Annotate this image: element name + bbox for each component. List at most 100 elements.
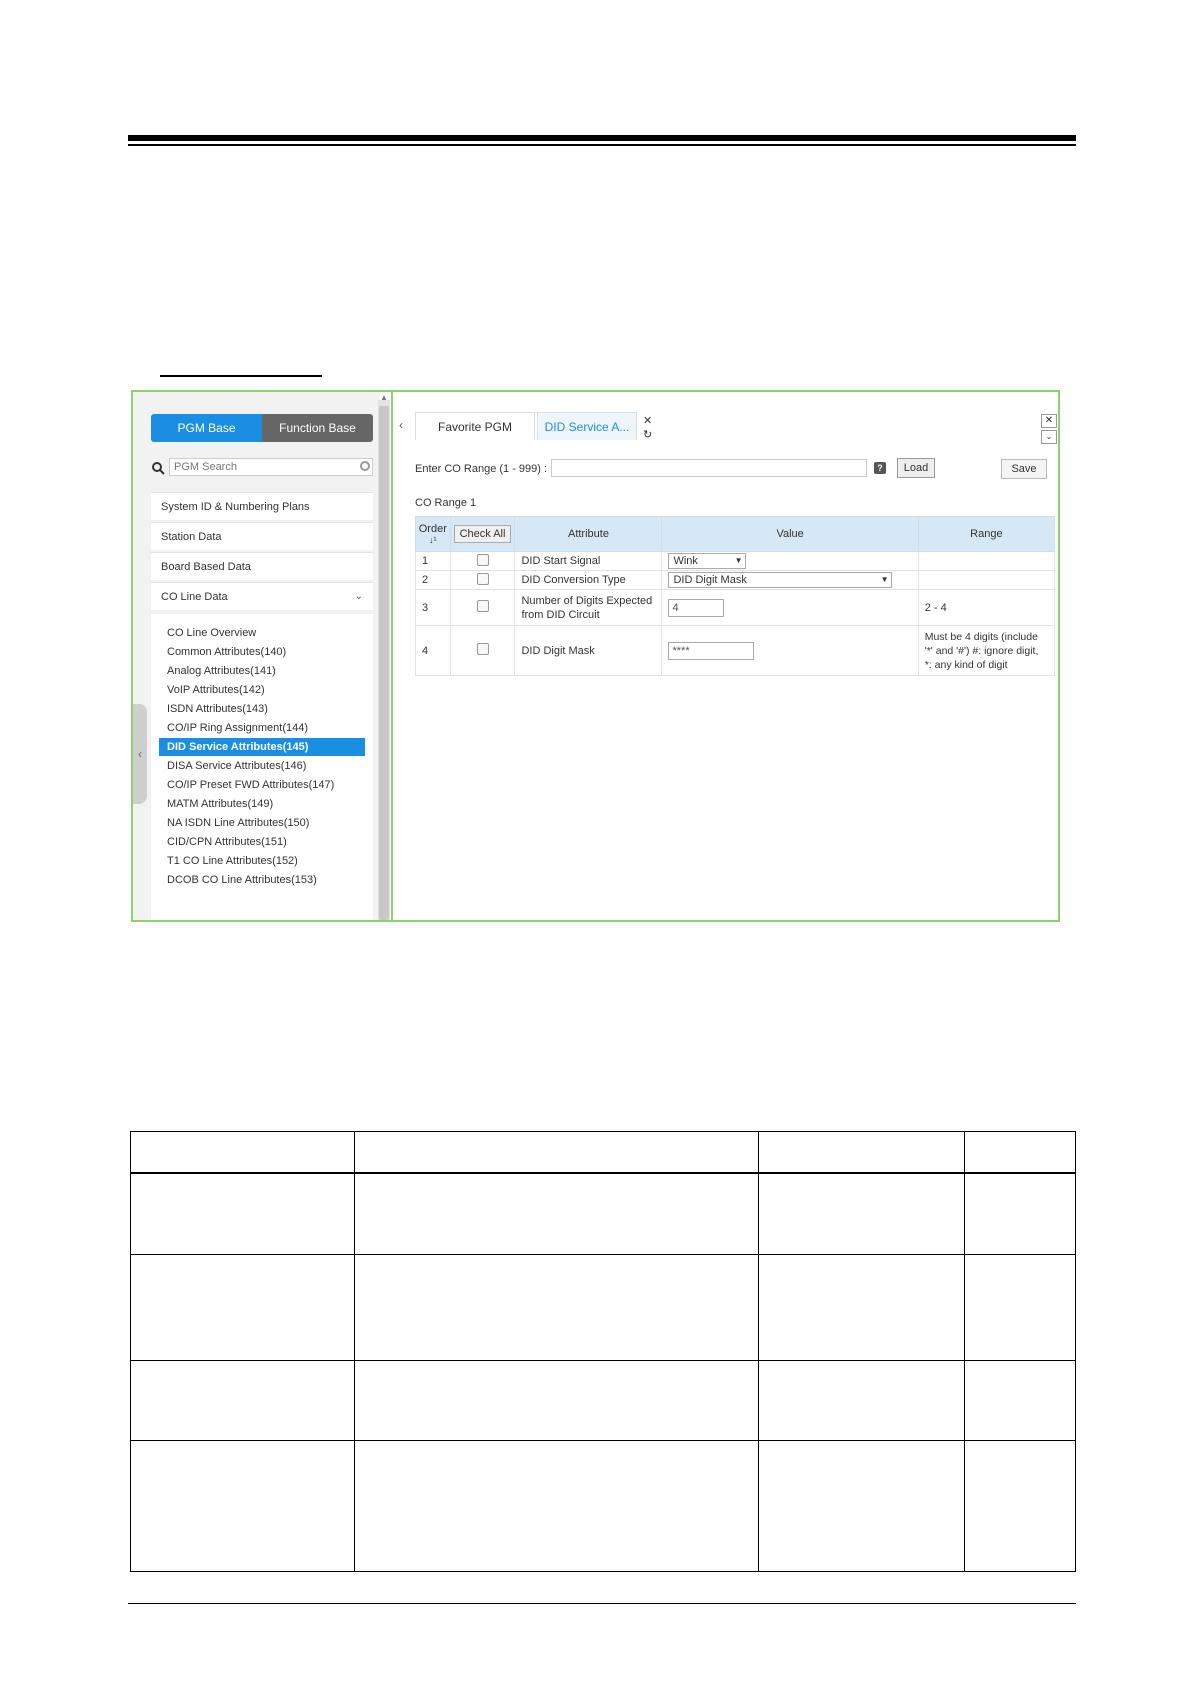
refresh-icon[interactable]: ↻ [643,428,652,441]
pgm-search-input[interactable] [169,458,373,476]
table-cell [130,1439,355,1572]
order-header-label: Order [418,523,447,535]
nav-item-system-id[interactable]: System ID & Numbering Plans [151,492,373,520]
co-range-title: CO Range 1 [415,497,477,509]
table-cell [353,1439,760,1572]
base-toggle: PGM Base Function Base [151,414,373,442]
nav-item-station-data[interactable]: Station Data [151,522,373,550]
left-pane: PGM Base Function Base System ID & Numbe… [133,392,380,920]
sub-item[interactable]: CO/IP Ring Assignment(144) [159,719,365,737]
attribute-header: Attribute [514,516,663,552]
range-cell: 2 - 4 [917,589,1056,626]
scroll-up-icon[interactable]: ▲ [379,394,389,402]
order-cell: 4 [415,625,451,676]
row-checkbox-cell [449,551,516,571]
footer-rule [128,1603,1076,1604]
order-cell: 2 [415,570,451,590]
range-cell: Must be 4 digits (include '*' and '#') #… [917,625,1056,676]
clear-icon[interactable] [360,461,370,471]
header-cell [964,1131,1076,1174]
collapse-panel-icon[interactable]: ‹ [133,704,147,804]
table-cell [130,1359,355,1441]
pane-divider [391,392,393,920]
sub-item-active[interactable]: DID Service Attributes(145) [159,738,365,756]
scrollbar-thumb[interactable] [379,406,389,920]
chevron-down-icon[interactable]: ⌄ [1041,430,1057,444]
header-rule-thick [128,135,1076,141]
order-cell: 3 [415,589,451,626]
save-button[interactable]: Save [1001,459,1047,479]
sub-item[interactable]: NA ISDN Line Attributes(150) [159,814,365,832]
attribute-cell: DID Conversion Type [514,570,663,590]
table-cell [964,1439,1076,1572]
order-header[interactable]: Order ↓¹ [415,516,451,552]
table-cell [758,1172,966,1255]
sub-item[interactable]: ISDN Attributes(143) [159,700,365,718]
did-digit-mask-input[interactable]: **** [668,641,755,660]
attribute-cell: DID Digit Mask [514,625,663,676]
table-cell [353,1253,760,1361]
select-value: Wink [673,555,698,567]
nav-item-board-based-data[interactable]: Board Based Data [151,552,373,580]
table-cell [353,1172,760,1255]
sub-item[interactable]: VoIP Attributes(142) [159,681,365,699]
row-checkbox[interactable] [476,643,489,655]
close-tab-icon[interactable]: ✕ [643,414,652,427]
value-cell: Wink ▼ [661,551,919,571]
table-cell [964,1359,1076,1441]
table-row [130,1253,1076,1361]
row-checkbox-cell [449,570,516,590]
document-table [130,1131,1076,1572]
table-cell [353,1359,760,1441]
pgm-base-button[interactable]: PGM Base [151,414,262,442]
tab-scroll-left-icon[interactable]: ‹ [399,418,403,432]
table-cell [758,1253,966,1361]
co-range-input[interactable] [551,459,867,477]
attribute-grid: Order ↓¹ Check All Attribute Value Range … [415,516,1056,676]
select-value: DID Digit Mask [673,574,747,586]
check-all-button[interactable]: Check All [453,525,512,543]
digits-expected-input[interactable]: 4 [668,598,725,617]
sub-item[interactable]: T1 CO Line Attributes(152) [159,852,365,870]
table-cell [758,1439,966,1572]
range-cell [917,551,1056,571]
heading-underline [160,375,322,377]
sub-item[interactable]: Common Attributes(140) [159,643,365,661]
row-checkbox[interactable] [476,600,489,612]
nav-item-label: Board Based Data [161,561,251,573]
value-header: Value [661,516,919,552]
did-start-signal-select[interactable]: Wink ▼ [668,553,747,569]
nav-item-co-line-data[interactable]: CO Line Data ⌄ [151,582,373,610]
sub-item[interactable]: DCOB CO Line Attributes(153) [159,871,365,889]
table-cell [130,1172,355,1255]
help-icon[interactable]: ? [874,462,886,474]
close-icon[interactable]: ✕ [1041,414,1057,428]
sub-item[interactable]: MATM Attributes(149) [159,795,365,813]
load-button[interactable]: Load [897,458,935,478]
sub-item[interactable]: CO Line Overview [159,624,365,642]
table-row: 4 DID Digit Mask **** Must be 4 digits (… [415,625,1056,676]
sort-icon[interactable]: ↓¹ [416,535,450,545]
sub-item[interactable]: DISA Service Attributes(146) [159,757,365,775]
sub-item[interactable]: CO/IP Preset FWD Attributes(147) [159,776,365,794]
row-checkbox[interactable] [476,572,489,585]
row-checkbox[interactable] [476,553,489,566]
search-icon [152,462,165,475]
nav-item-label: System ID & Numbering Plans [161,501,310,513]
sub-item[interactable]: Analog Attributes(141) [159,662,365,680]
table-cell [130,1253,355,1361]
sub-item[interactable]: CID/CPN Attributes(151) [159,833,365,851]
tab-favorite-pgm[interactable]: Favorite PGM [415,412,535,440]
value-cell: DID Digit Mask ▼ [661,570,919,590]
value-cell: **** [661,625,919,676]
check-all-header: Check All [449,516,516,552]
table-row: 3 Number of Digits Expected from DID Cir… [415,589,1056,626]
tab-did-service[interactable]: DID Service A... [537,412,637,440]
did-conversion-type-select[interactable]: DID Digit Mask ▼ [668,572,893,588]
table-row: 2 DID Conversion Type DID Digit Mask ▼ [415,570,1056,590]
dropdown-arrow-icon: ▼ [880,575,889,584]
pgm-search [151,458,373,478]
header-rule-thin [128,144,1076,146]
co-range-label: Enter CO Range (1 - 999) : [415,463,548,475]
function-base-button[interactable]: Function Base [262,414,373,442]
